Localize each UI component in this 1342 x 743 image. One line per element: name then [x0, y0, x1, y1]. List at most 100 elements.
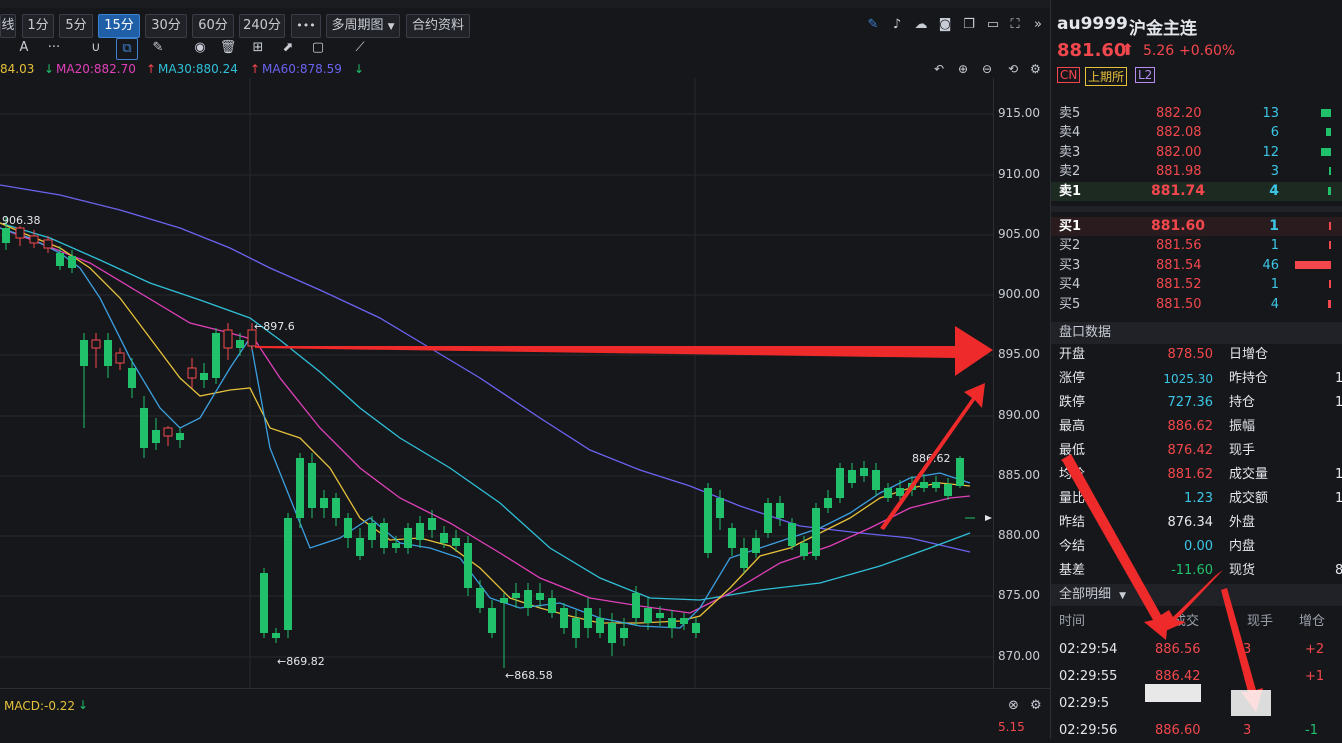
- period-button-60m[interactable]: 60分: [192, 14, 234, 38]
- undo-icon[interactable]: ↶: [934, 60, 944, 78]
- chart-canvas: 906.38 ←897.6 ←869.82 ←868.58 886.62: [0, 78, 1015, 688]
- pen-icon[interactable]: ✎: [864, 14, 882, 36]
- close-icon[interactable]: ⊗: [1008, 698, 1019, 713]
- zoom-out-icon[interactable]: ⊖: [982, 60, 992, 78]
- candle-body: [187, 367, 197, 379]
- contract-info-button[interactable]: 合约资料: [406, 14, 470, 38]
- candle-body: [332, 498, 340, 518]
- y-tick: 910.00: [998, 167, 1040, 181]
- eye-icon[interactable]: ◉: [190, 38, 210, 58]
- candle-body: [932, 482, 940, 488]
- candles-group: [2, 216, 964, 668]
- low-label-1: ←869.82: [277, 655, 325, 668]
- panel-annotation-arrows: [1061, 454, 1271, 716]
- candle-body: [716, 498, 724, 518]
- candle-body: [356, 538, 364, 556]
- price-axis: 915.00 910.00 905.00 900.00 895.00 890.0…: [993, 78, 1051, 688]
- candle-body: [920, 482, 928, 488]
- export-icon[interactable]: ⬈: [278, 38, 298, 58]
- reset-icon[interactable]: ⟲: [1008, 60, 1018, 78]
- edit-icon[interactable]: ✎: [148, 38, 168, 58]
- macd-tick: 5.15: [998, 720, 1025, 734]
- magnet-icon[interactable]: ∪: [86, 38, 106, 58]
- fullscreen-icon[interactable]: ⛶: [1006, 14, 1024, 36]
- period-button-5m[interactable]: 5分: [59, 14, 93, 38]
- down-arrow-icon: ↓: [44, 62, 55, 76]
- camera-icon[interactable]: ◙: [936, 14, 954, 36]
- candle-body: [620, 628, 628, 638]
- candle-body: [115, 352, 125, 364]
- candle-body: [392, 543, 400, 548]
- candle-body: [308, 463, 316, 508]
- candle-body: [56, 253, 64, 266]
- candle-body: [464, 543, 472, 588]
- period-button-1m[interactable]: 1分: [22, 14, 54, 38]
- candle-body: [416, 523, 424, 540]
- candle-body: [668, 618, 676, 628]
- ruler-icon[interactable]: ⟋: [350, 38, 370, 58]
- period-button-partial[interactable]: 线: [0, 14, 16, 38]
- candle-body: [956, 458, 964, 486]
- y-tick: 870.00: [998, 649, 1040, 663]
- period-toolbar: 线 1分 5分 15分 30分 60分 240分 ••• 多周期图 ▼ 合约资料…: [0, 10, 1050, 40]
- drawing-toolbar: A ··· ∪ ⧉ ✎ ◉ 🗑 ⊞ ⬈ ▢ ⟋: [0, 38, 1050, 60]
- grid-icon[interactable]: ⊞: [248, 38, 268, 58]
- copy-icon[interactable]: ❐: [960, 14, 978, 36]
- candle-body: [764, 503, 772, 533]
- period-button-30m[interactable]: 30分: [145, 14, 187, 38]
- candle-body: [848, 470, 856, 483]
- more-periods-button[interactable]: •••: [291, 14, 321, 38]
- settings-icon[interactable]: ⚙: [1030, 60, 1041, 78]
- macd-panel: MACD:-0.22 ↓ ⊗ ⚙ 5.15: [0, 688, 1050, 740]
- collapse-right-icon[interactable]: »: [1030, 14, 1046, 36]
- candle-body: [644, 608, 652, 623]
- candle-body: [236, 340, 244, 348]
- monitor-icon[interactable]: ▭: [984, 14, 1002, 36]
- y-tick: 875.00: [998, 588, 1040, 602]
- ma5-value: 84.03: [0, 62, 35, 76]
- candle-body: [404, 528, 412, 548]
- y-tick: 900.00: [998, 287, 1040, 301]
- top-menu: [0, 0, 1050, 8]
- candle-body: [944, 484, 952, 496]
- candle-body: [296, 458, 304, 518]
- zoom-in-icon[interactable]: ⊕: [958, 60, 968, 78]
- candle-body: [15, 227, 25, 239]
- candle-body: [320, 498, 328, 508]
- candle-body: [788, 523, 796, 546]
- candle-body: [740, 548, 748, 568]
- up-arrow-icon: ↑: [146, 62, 157, 76]
- candle-body: [824, 498, 832, 508]
- more-tools-icon[interactable]: ···: [44, 38, 64, 58]
- peak-label: ←897.6: [254, 320, 295, 333]
- period-button-240m[interactable]: 240分: [239, 14, 285, 38]
- candle-body: [452, 538, 460, 546]
- chevron-down-icon: ▼: [387, 22, 395, 32]
- candle-body: [176, 433, 184, 440]
- candle-body: [140, 408, 148, 448]
- candle-body: [872, 470, 880, 490]
- y-tick: 895.00: [998, 347, 1040, 361]
- trash-icon[interactable]: 🗑: [218, 38, 238, 58]
- layer-icon[interactable]: ⧉: [116, 38, 138, 60]
- candle-body: [800, 543, 808, 556]
- candlestick-chart[interactable]: 906.38 ←897.6 ←869.82 ←868.58 886.62: [0, 78, 1015, 688]
- candle-body: [344, 518, 352, 538]
- candle-body: [200, 373, 208, 380]
- y-tick: 905.00: [998, 227, 1040, 241]
- settings-icon[interactable]: ⚙: [1030, 698, 1042, 713]
- candle-body: [680, 618, 688, 624]
- period-button-15m[interactable]: 15分: [98, 14, 140, 38]
- candle-body: [776, 503, 784, 518]
- candle-body: [80, 340, 88, 366]
- text-tool-icon[interactable]: A: [14, 38, 34, 58]
- multi-period-dropdown[interactable]: 多周期图 ▼: [326, 14, 400, 38]
- low-label-2: ←868.58: [505, 669, 553, 682]
- candle-body: [632, 593, 640, 618]
- candle-body: [128, 368, 136, 388]
- candle-body: [728, 528, 736, 548]
- candle-body: [524, 590, 532, 608]
- comment-icon[interactable]: ▢: [308, 38, 328, 58]
- bell-icon[interactable]: ♪: [888, 14, 906, 36]
- cloud-icon[interactable]: ☁: [912, 14, 930, 36]
